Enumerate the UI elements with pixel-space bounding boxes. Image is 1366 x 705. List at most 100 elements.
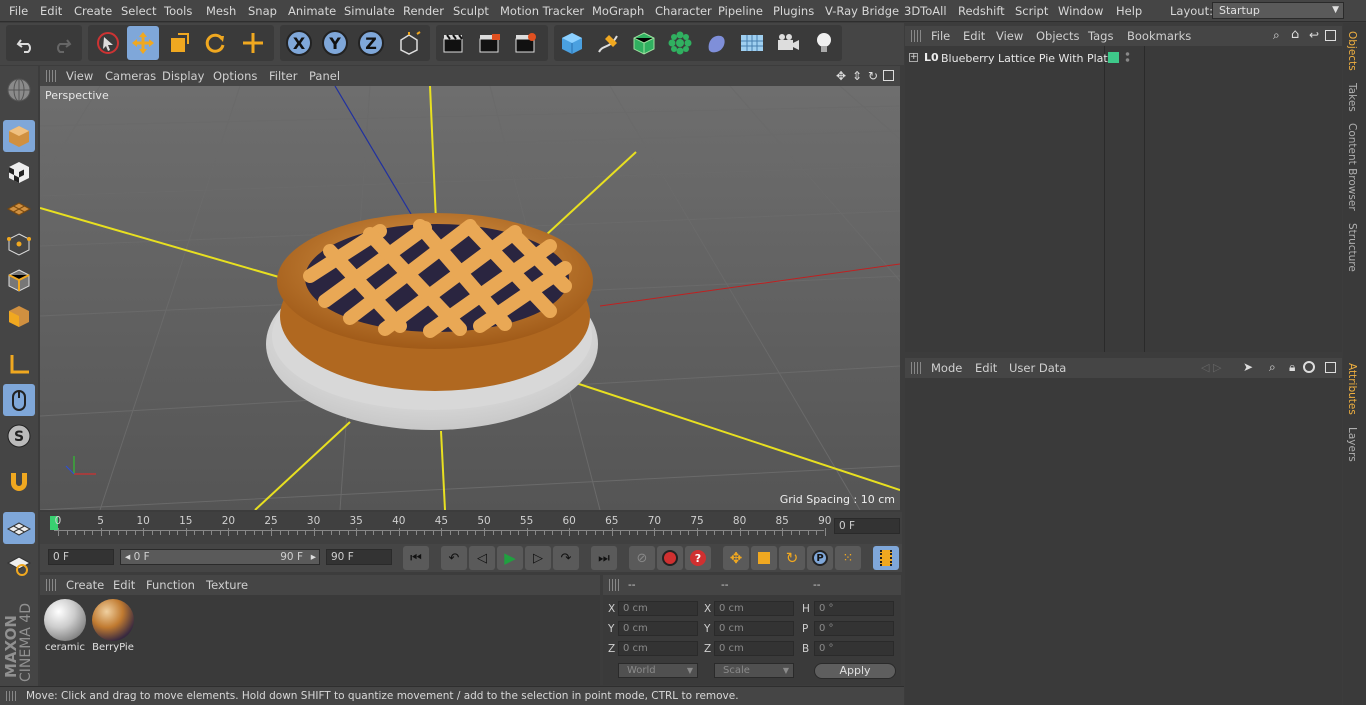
edges-mode-button[interactable] xyxy=(3,264,35,296)
move-tool-button[interactable] xyxy=(127,26,159,60)
size-y-field[interactable]: 0 cm xyxy=(714,621,794,636)
record-active-objects-button[interactable]: ⊘ xyxy=(629,546,655,570)
pos-z-field[interactable]: 0 cm xyxy=(618,641,698,656)
axis-z-button[interactable]: Z xyxy=(355,26,387,60)
points-mode-button[interactable] xyxy=(3,228,35,260)
polygons-mode-button[interactable] xyxy=(3,300,35,332)
panel-grip-icon[interactable] xyxy=(46,579,56,591)
frame-range-slider[interactable]: ◂ 0 F 90 F ▸ xyxy=(120,549,320,565)
search-icon[interactable]: ⌕ xyxy=(1273,28,1280,43)
menu-edit[interactable]: Edit xyxy=(40,4,62,18)
end-frame-field[interactable]: 90 F xyxy=(326,549,392,565)
viewport-menu-panel[interactable]: Panel xyxy=(309,69,340,83)
layer-color-swatch[interactable] xyxy=(1108,52,1119,63)
viewport-menu-options[interactable]: Options xyxy=(213,69,257,83)
tab-structure[interactable]: Structure xyxy=(1346,223,1358,272)
material-berrypie[interactable]: BerryPie xyxy=(91,598,135,656)
material-menu-create[interactable]: Create xyxy=(66,578,104,592)
menu-help[interactable]: Help xyxy=(1116,4,1142,18)
add-light-button[interactable] xyxy=(808,26,840,60)
viewport-menu-cameras[interactable]: Cameras xyxy=(105,69,156,83)
menu-3dtoall[interactable]: 3DToAll xyxy=(904,4,947,18)
workplane-lock-button[interactable] xyxy=(3,512,35,544)
tab-layers[interactable]: Layers xyxy=(1346,427,1358,462)
add-generator-button[interactable] xyxy=(628,26,660,60)
layout-select[interactable]: Startup ▼ xyxy=(1212,2,1344,19)
panel-grip-icon[interactable] xyxy=(911,362,921,374)
timeline-ruler[interactable]: 0 5 10 15 20 25 30 35 40 45 50 55 60 65 70 75 80 85 90 0 F xyxy=(40,512,902,544)
maximize-panel-icon[interactable] xyxy=(1325,30,1336,41)
pos-x-field[interactable]: 0 cm xyxy=(618,601,698,616)
add-scene-button[interactable] xyxy=(736,26,768,60)
rotate-view-icon[interactable]: ↻ xyxy=(868,69,878,83)
keyframe-selection-button[interactable]: ? xyxy=(685,546,711,570)
menu-character[interactable]: Character xyxy=(655,4,712,18)
menu-window[interactable]: Window xyxy=(1058,4,1103,18)
play-button[interactable]: ▶ xyxy=(497,546,523,570)
menu-animate[interactable]: Animate xyxy=(288,4,336,18)
viewport-menu-view[interactable]: View xyxy=(66,69,93,83)
menu-tools[interactable]: Tools xyxy=(164,4,192,18)
material-ceramic[interactable]: ceramic xyxy=(43,598,87,656)
size-x-field[interactable]: 0 cm xyxy=(714,601,794,616)
menu-render[interactable]: Render xyxy=(403,4,444,18)
previous-frame-button[interactable]: ◁ xyxy=(469,546,495,570)
menu-script[interactable]: Script xyxy=(1015,4,1048,18)
viewport-menu-display[interactable]: Display xyxy=(162,69,204,83)
scale-tool-button[interactable] xyxy=(163,26,195,60)
solo-button[interactable]: S xyxy=(3,420,35,452)
key-pla-button[interactable]: ⁙ xyxy=(835,546,861,570)
coordinate-mode-select[interactable]: World ▼ xyxy=(618,663,698,678)
add-camera-button[interactable] xyxy=(772,26,804,60)
material-menu-texture[interactable]: Texture xyxy=(206,578,248,592)
enable-axis-button[interactable] xyxy=(3,348,35,380)
snap-button[interactable] xyxy=(3,466,35,498)
menu-file[interactable]: File xyxy=(9,4,28,18)
object-row[interactable]: + L0 Blueberry Lattice Pie With Plate xyxy=(905,50,1342,68)
pointer-icon[interactable]: ➤ xyxy=(1243,360,1253,374)
objects-menu-objects[interactable]: Objects xyxy=(1036,29,1079,43)
panel-grip-icon[interactable] xyxy=(46,70,56,82)
menu-sculpt[interactable]: Sculpt xyxy=(453,4,489,18)
maximize-view-icon[interactable] xyxy=(883,70,894,81)
rot-b-field[interactable]: 0 ° xyxy=(814,641,894,656)
objects-menu-tags[interactable]: Tags xyxy=(1088,29,1113,43)
home-icon[interactable]: ⌂ xyxy=(1291,27,1299,42)
rot-p-field[interactable]: 0 ° xyxy=(814,621,894,636)
tab-content-browser[interactable]: Content Browser xyxy=(1346,123,1358,211)
tab-objects[interactable]: Objects xyxy=(1346,31,1358,71)
menu-create[interactable]: Create xyxy=(74,4,112,18)
recent-tool-button[interactable] xyxy=(237,26,269,60)
key-position-button[interactable]: ✥ xyxy=(723,546,749,570)
workplane-mode-button[interactable] xyxy=(3,192,35,224)
make-editable-button[interactable] xyxy=(3,74,35,106)
menu-select[interactable]: Select xyxy=(121,4,156,18)
objects-menu-edit[interactable]: Edit xyxy=(963,29,985,43)
search-icon[interactable]: ⌕ xyxy=(1269,360,1276,375)
attributes-menu-mode[interactable]: Mode xyxy=(931,361,962,375)
start-frame-field[interactable]: 0 F xyxy=(48,549,114,565)
target-icon[interactable] xyxy=(1303,361,1315,373)
maximize-panel-icon[interactable] xyxy=(1325,362,1336,373)
key-scale-button[interactable] xyxy=(751,546,777,570)
texture-mode-button[interactable] xyxy=(3,156,35,188)
locked-workplane-button[interactable] xyxy=(3,548,35,580)
viewport-menu-filter[interactable]: Filter xyxy=(269,69,297,83)
render-view-button[interactable] xyxy=(437,26,469,60)
objects-menu-bookmarks[interactable]: Bookmarks xyxy=(1127,29,1191,43)
add-array-button[interactable] xyxy=(664,26,696,60)
axis-y-button[interactable]: Y xyxy=(319,26,351,60)
axis-x-button[interactable]: X xyxy=(283,26,315,60)
live-selection-button[interactable] xyxy=(92,26,124,60)
perspective-viewport[interactable]: Perspective Grid Spacing : 10 cm xyxy=(40,86,900,510)
scale-mode-select[interactable]: Scale ▼ xyxy=(714,663,794,678)
back-arrow-icon[interactable]: ◁ ▷ xyxy=(1201,361,1221,374)
menu-pipeline[interactable]: Pipeline xyxy=(718,4,763,18)
pan-view-icon[interactable]: ✥ xyxy=(836,69,846,83)
pos-y-field[interactable]: 0 cm xyxy=(618,621,698,636)
key-parameter-button[interactable]: P xyxy=(807,546,833,570)
objects-menu-view[interactable]: View xyxy=(996,29,1023,43)
zoom-view-icon[interactable]: ⇕ xyxy=(852,69,862,83)
visibility-dots-icon[interactable] xyxy=(1125,51,1130,64)
menu-plugins[interactable]: Plugins xyxy=(773,4,814,18)
